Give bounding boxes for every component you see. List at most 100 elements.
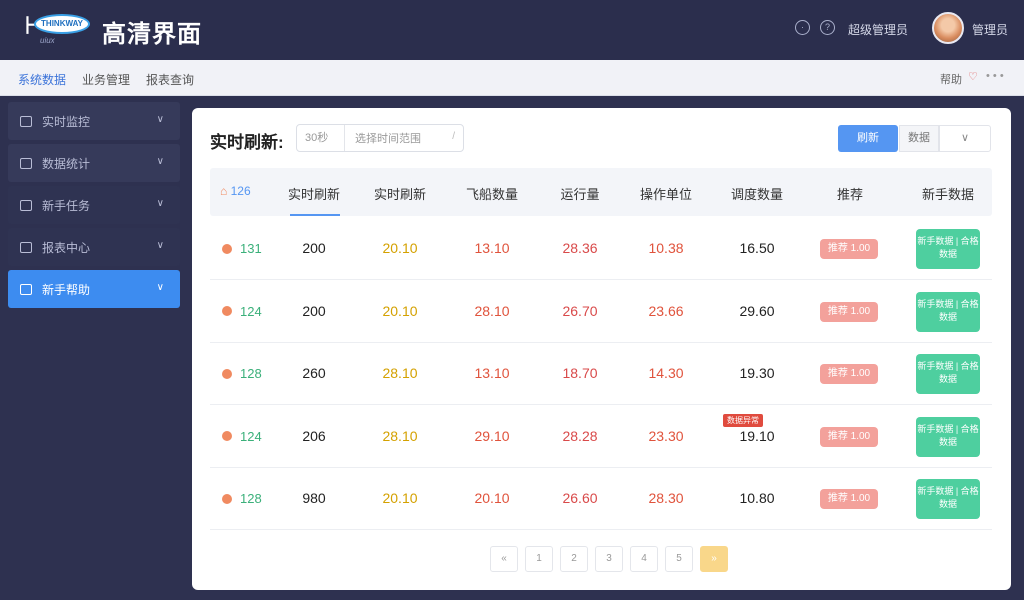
cell-value: 29.60 [739,302,775,319]
table-row[interactable]: 128 980 20.10 20.10 26.60 28.30 10.80 推荐 1.00 新手… [210,468,992,530]
recommend-badge[interactable]: 推荐 1.00 [820,301,878,322]
avatar[interactable] [932,12,964,44]
cell-value: 19.30 [739,365,775,381]
table-row[interactable]: 124 206 28.10 29.10 28.28 23.30 19.10 数据异常 推荐 1.… [210,406,992,468]
column-header[interactable]: 推荐 [837,184,863,203]
row-id: 124 [222,304,262,319]
logo-text: THINKWAY [41,19,83,28]
cell-value: 19.10 [739,427,775,444]
heart-icon[interactable]: ♡ [968,70,978,83]
pagination: « 1 2 3 4 5 » [490,546,735,572]
page-button[interactable]: 2 [560,546,588,572]
table-row[interactable]: 128 260 28.10 13.10 18.70 14.30 19.30 推荐 1.00 新手… [210,343,992,405]
warning-badge: 数据异常 [723,413,763,427]
chevron-down-icon: ∨ [156,198,164,209]
row-id: 131 [222,241,262,256]
subnav-help[interactable]: 帮助 [940,71,962,87]
cell-value: 20.10 [382,302,418,319]
table-row[interactable]: 131 200 20.10 13.10 28.36 10.38 16.50 推荐 1.00 新手… [210,218,992,280]
cell-value: 200 [302,240,326,256]
data-button[interactable]: 数据 [899,125,939,152]
cell-value: 20.10 [382,490,418,506]
cell-value: 28.28 [562,427,598,444]
report-icon [20,241,32,253]
recommend-badge[interactable]: 推荐 1.00 [820,239,878,259]
column-header[interactable]: 调度数量 [731,184,783,203]
column-header[interactable]: 飞船数量 [466,184,518,203]
column-header[interactable]: 操作单位 [640,184,692,203]
status-dot-icon [222,493,232,504]
row-id: 124 [222,429,262,444]
cell-value: 10.80 [739,490,775,506]
interval-select[interactable]: 30秒 [297,125,345,151]
row-action-button[interactable]: 新手数据 | 合格数据 [916,291,980,332]
page-button[interactable]: « [490,546,518,572]
recommend-badge[interactable]: 推荐 1.00 [820,489,878,509]
sidebar-item-help[interactable]: 新手帮助 ∨ [8,270,180,308]
refresh-button[interactable]: 刷新 [838,125,898,152]
cell-value: 28.10 [474,302,510,319]
sidebar-item-tasks[interactable]: 新手任务 ∨ [8,186,180,224]
sidebar-item-monitor[interactable]: 实时监控 ∨ [8,102,180,140]
page-button[interactable]: 5 [665,546,693,572]
chevron-down-icon: ∨ [156,240,164,251]
cell-value: 14.30 [648,365,684,381]
chevron-down-icon: ∨ [156,282,164,293]
chevron-down-icon: / [452,131,455,142]
table-header: ⌂ 126 实时刷新 实时刷新 飞船数量 运行量 操作单位 调度数量 推荐 新手… [210,168,992,216]
status-dot-icon [222,368,232,379]
logo[interactable]: ⺊ THINKWAY uiux [20,8,92,48]
subnav-item-reports[interactable]: 报表查询 [146,71,194,88]
sidebar-item-label: 新手帮助 [42,282,91,297]
column-header[interactable]: 运行量 [560,184,599,203]
recommend-badge[interactable]: 推荐 1.00 [820,364,878,384]
help-icon[interactable]: ? [820,20,835,35]
sidebar-item-label: 数据统计 [42,156,91,171]
task-icon [20,199,32,211]
help-doc-icon [20,283,32,295]
row-action-button[interactable]: 新手数据 | 合格数据 [916,229,980,269]
cell-value: 28.10 [382,365,418,381]
refresh-filter[interactable]: 30秒 选择时间范围 / [296,124,464,152]
page-button[interactable]: 3 [595,546,623,572]
main-card: 实时刷新: 30秒 选择时间范围 / 刷新 数据 ∨ ⌂ 126 实时刷新 实时… [192,108,1011,590]
cell-value: 28.30 [648,490,684,506]
time-range-input[interactable]: 选择时间范围 [345,130,463,146]
row-id: 128 [222,366,262,381]
chevron-down-icon: ∨ [156,114,164,125]
active-sort-indicator [290,214,340,216]
cell-value: 200 [302,302,326,319]
page-button[interactable]: 1 [525,546,553,572]
user-name[interactable]: 管理员 [972,21,1008,38]
recommend-badge[interactable]: 推荐 1.00 [820,426,878,447]
sidebar-item-label: 实时监控 [42,114,91,129]
page-title: 实时刷新: [210,133,284,152]
row-action-button[interactable]: 新手数据 | 合格数据 [916,416,980,457]
page-button[interactable]: 4 [630,546,658,572]
user-role[interactable]: 超级管理员 [848,21,908,38]
more-icon[interactable]: • • • [986,70,1004,82]
page-button[interactable]: » [700,546,728,572]
home-icon: ⌂ [220,184,228,198]
sidebar-item-label: 新手任务 [42,198,91,213]
sidebar-item-report-center[interactable]: 报表中心 ∨ [8,228,180,266]
chevron-down-icon: ∨ [156,156,164,167]
monitor-icon [20,115,32,127]
cell-value: 28.36 [562,240,598,256]
column-header[interactable]: ⌂ 126 [220,184,251,198]
cell-value: 260 [302,365,326,381]
sidebar-item-stats[interactable]: 数据统计 ∨ [8,144,180,182]
column-header[interactable]: 实时刷新 [374,184,426,203]
subnav-item-system[interactable]: 系统数据 [18,71,66,88]
row-action-button[interactable]: 新手数据 | 合格数据 [916,479,980,519]
status-dot-icon [222,243,232,254]
subnav-item-business[interactable]: 业务管理 [82,71,130,88]
notification-icon[interactable]: · [795,20,810,35]
table-row[interactable]: 124 200 20.10 28.10 26.70 23.66 29.60 推荐 1.00 新手… [210,281,992,343]
dropdown-button[interactable]: ∨ [939,125,991,152]
chevron-down-icon: ∨ [960,132,970,144]
column-header[interactable]: 实时刷新 [288,184,340,203]
column-header[interactable]: 新手数据 [922,184,974,203]
row-action-button[interactable]: 新手数据 | 合格数据 [916,354,980,394]
sub-navigation: 系统数据 业务管理 报表查询 帮助 ♡ • • • [0,60,1024,96]
